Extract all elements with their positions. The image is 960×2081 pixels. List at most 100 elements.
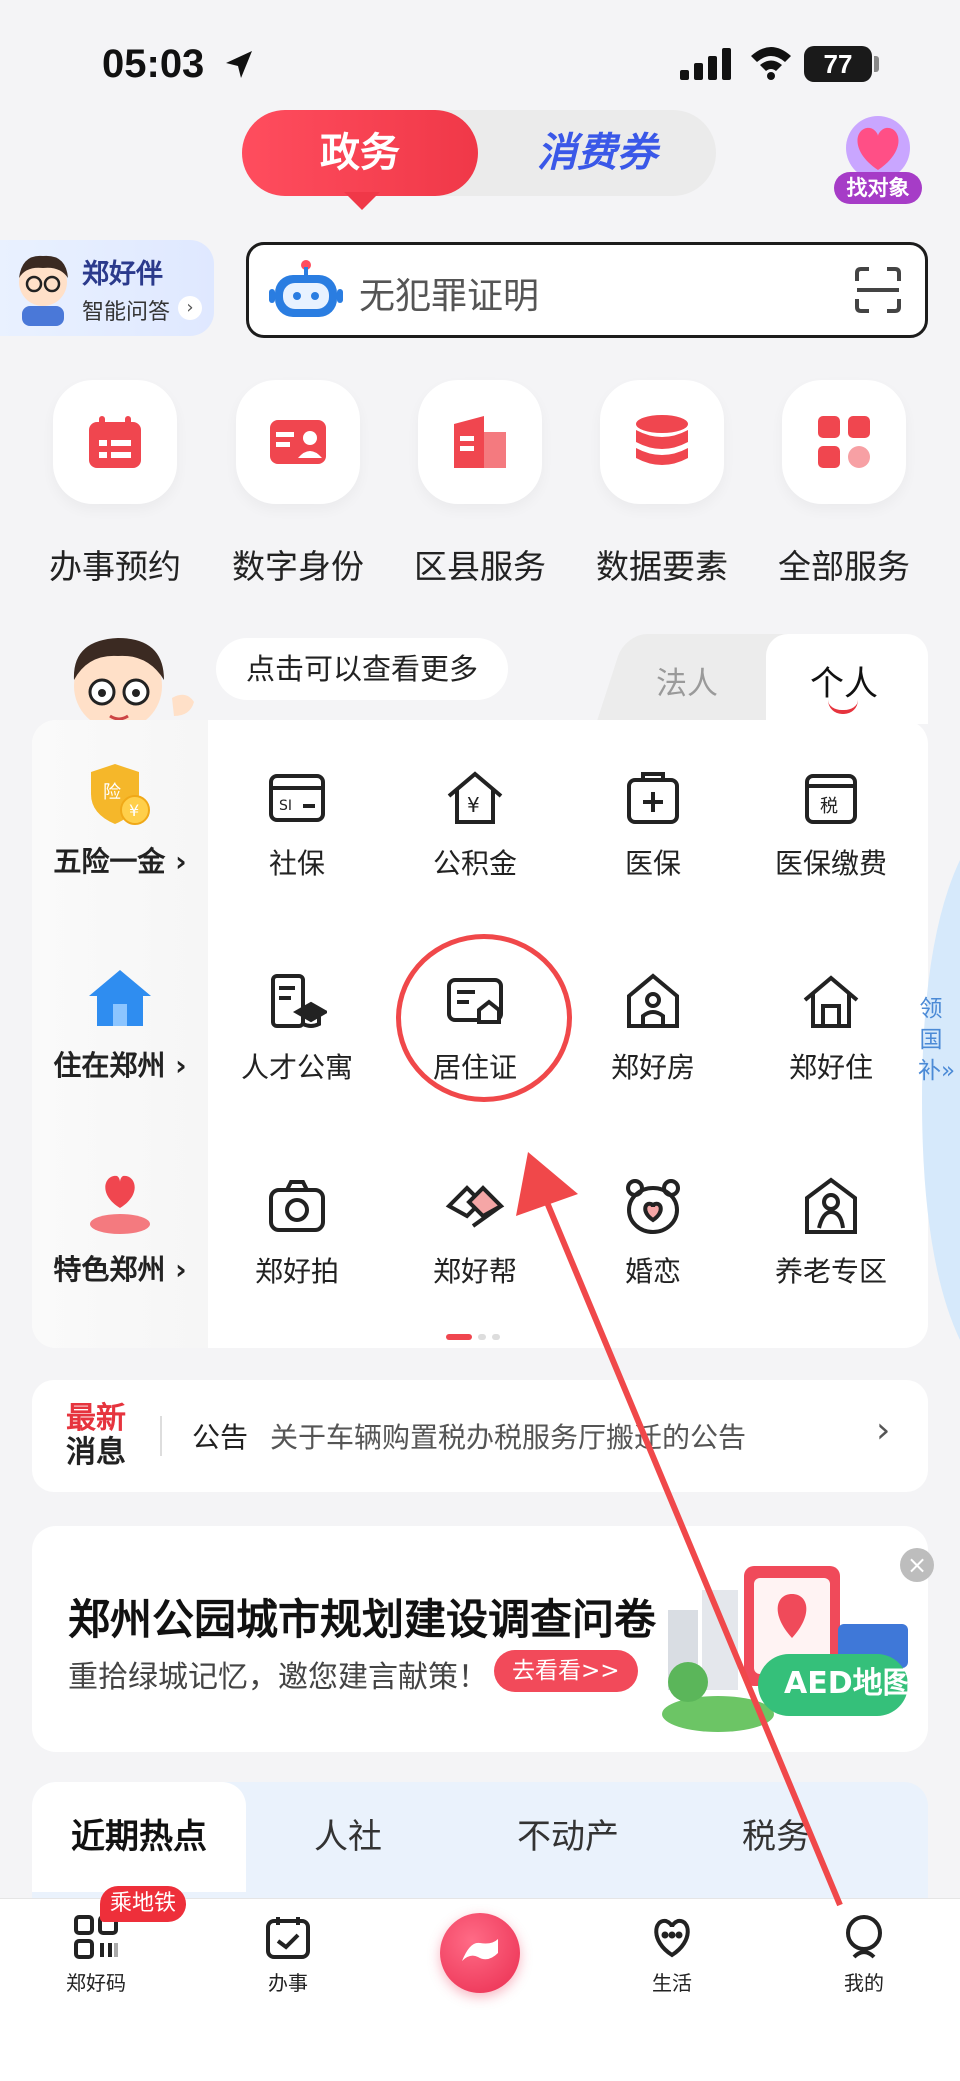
nav-label: 办事 [268, 1971, 308, 1995]
service-label: 人才公寓 [240, 1051, 353, 1084]
svg-text:税: 税 [820, 796, 838, 817]
aed-map-label: AED地图 [784, 1666, 913, 1701]
nav-life[interactable]: 生活 [612, 1913, 732, 1996]
assistant-name: 郑好伴 [82, 259, 163, 290]
nav-home-button[interactable] [440, 1913, 520, 1993]
id-card-icon [270, 420, 326, 464]
status-bar: 05:03 77 [0, 0, 960, 110]
find-partner-button[interactable]: 找对象 [828, 112, 928, 208]
service-zhenghao-help[interactable]: 郑好帮 [386, 1176, 564, 1290]
category-featured[interactable]: 特色郑州 › [32, 1168, 208, 1288]
camera-icon [269, 1180, 325, 1232]
active-tab-pointer [344, 192, 380, 210]
quick-service-district[interactable]: 区县服务 [414, 380, 546, 588]
nav-label: 我的 [844, 1971, 884, 1995]
category-label: 五险一金 [53, 845, 166, 878]
service-label: 婚恋 [624, 1255, 681, 1288]
tab-real-estate[interactable]: 不动产 [478, 1782, 658, 1892]
news-kind: 公告 [192, 1421, 249, 1454]
talent-apartment-icon [271, 974, 327, 1028]
scan-icon[interactable] [853, 265, 903, 315]
handshake-icon [445, 1185, 505, 1228]
tab-recent-hot[interactable]: 近期热点 [32, 1782, 246, 1892]
page-indicator [446, 1334, 506, 1340]
service-zhenghao-living[interactable]: 郑好住 [742, 972, 920, 1086]
quick-service-appointment[interactable]: 办事预约 [49, 380, 181, 588]
news-tag-message: 消息 [66, 1435, 126, 1470]
elderly-care-icon [805, 1177, 857, 1234]
service-label: 郑好帮 [432, 1255, 517, 1288]
nav-label: 郑好码 [66, 1971, 126, 1995]
national-subsidy-side-tab[interactable] [912, 860, 960, 1340]
insurance-shield-icon: ¥险 [91, 764, 150, 825]
service-label: 郑好拍 [254, 1255, 339, 1288]
tab-government-affairs[interactable]: 政务 [242, 110, 478, 196]
medical-kit-icon [627, 772, 679, 824]
housing-fund-icon: ¥ [447, 771, 503, 824]
search-input[interactable]: 无犯罪证明 [359, 267, 539, 319]
quick-service-data[interactable]: 数据要素 [596, 380, 728, 588]
bottom-navigation: 郑好码 办事 生活 我的 [0, 1898, 960, 2081]
service-housing-fund[interactable]: ¥ 公积金 [386, 768, 564, 882]
nav-affairs[interactable]: 办事 [228, 1913, 348, 1996]
quick-service-digital-id[interactable]: 数字身份 [232, 380, 364, 588]
tab-legal-entity[interactable]: 法人 [656, 658, 718, 703]
svg-text:险: 险 [103, 782, 121, 803]
database-icon [636, 415, 688, 465]
battery-level: 77 [804, 46, 872, 82]
category-label: 特色郑州 [53, 1253, 166, 1286]
annotation-circle [396, 934, 572, 1102]
quick-service-label: 全部服务 [778, 547, 910, 586]
survey-banner[interactable]: 郑州公园城市规划建设调查问卷 重拾绿城记忆，邀您建言献策！ 去看看>> AED地… [32, 1526, 928, 1752]
service-social-security[interactable]: SI 社保 [208, 768, 386, 882]
quick-service-label: 区县服务 [414, 547, 546, 586]
assistant-avatar-icon [19, 255, 68, 326]
service-zhenghao-photo[interactable]: 郑好拍 [208, 1176, 386, 1290]
grid-icon [818, 416, 870, 468]
banner-go-button[interactable]: 去看看>> [494, 1650, 638, 1692]
home-icon [803, 975, 859, 1028]
service-talent-apartment[interactable]: 人才公寓 [208, 972, 386, 1086]
service-label: 郑好房 [610, 1051, 695, 1084]
category-living[interactable]: 住在郑州 › [32, 964, 208, 1084]
news-tag-latest: 最新 [66, 1401, 126, 1436]
svg-text:¥: ¥ [129, 801, 139, 820]
home-logo-icon [462, 1939, 498, 1961]
svg-text:¥: ¥ [467, 793, 480, 817]
service-dating[interactable]: 婚恋 [564, 1176, 742, 1290]
service-label: 医保 [624, 847, 681, 880]
service-label: 医保缴费 [774, 847, 887, 880]
house-icon [89, 970, 151, 1026]
news-headline: 关于车辆购置税办税服务厅搬迁的公告 [270, 1421, 747, 1454]
heart-location-icon [90, 1175, 150, 1234]
assistant-subtitle: 智能问答 [82, 300, 171, 325]
tab-taxation[interactable]: 税务 [706, 1782, 846, 1892]
quick-service-label: 数据要素 [596, 547, 728, 586]
close-banner-icon[interactable]: × [900, 1548, 934, 1582]
service-medical-payment[interactable]: 税 医保缴费 [742, 768, 920, 882]
service-elderly-care[interactable]: 养老专区 [742, 1176, 920, 1290]
tab-human-resources[interactable]: 人社 [278, 1782, 418, 1892]
status-time: 05:03 [102, 42, 205, 86]
search-bar[interactable]: 无犯罪证明 [246, 242, 928, 338]
tab-consumption-coupons[interactable]: 消费券 [478, 110, 716, 196]
service-medical-insurance[interactable]: 医保 [564, 768, 742, 882]
nav-zhenghao-code[interactable]: 郑好码 [36, 1913, 156, 1996]
category-label: 住在郑州 [53, 1049, 166, 1082]
nav-mine[interactable]: 我的 [804, 1913, 924, 1996]
category-insurance[interactable]: ¥ 险 五险一金 › [32, 760, 208, 880]
house-person-icon [627, 973, 679, 1028]
service-zhenghao-house[interactable]: 郑好房 [564, 972, 742, 1086]
banner-subtitle: 重拾绿城记忆，邀您建言献策！ [68, 1660, 488, 1695]
hot-topics-tabs: 近期热点 人社 不动产 税务 [32, 1782, 928, 1902]
latest-news-bar[interactable]: 最新 消息 公告 关于车辆购置税办税服务厅搬迁的公告 › [32, 1380, 928, 1492]
tab-personal[interactable]: 个人 [810, 656, 878, 705]
chevron-right-icon: › [876, 1410, 891, 1451]
bear-heart-icon [626, 1179, 680, 1234]
location-arrow-icon [226, 51, 252, 78]
quick-service-label: 数字身份 [232, 547, 364, 586]
view-more-hint: 点击可以查看更多 [216, 638, 509, 700]
subway-badge: 乘地铁 [100, 1886, 187, 1922]
smart-assistant-card[interactable]: 郑好伴 智能问答 › [0, 240, 214, 336]
quick-service-all[interactable]: 全部服务 [778, 380, 910, 588]
